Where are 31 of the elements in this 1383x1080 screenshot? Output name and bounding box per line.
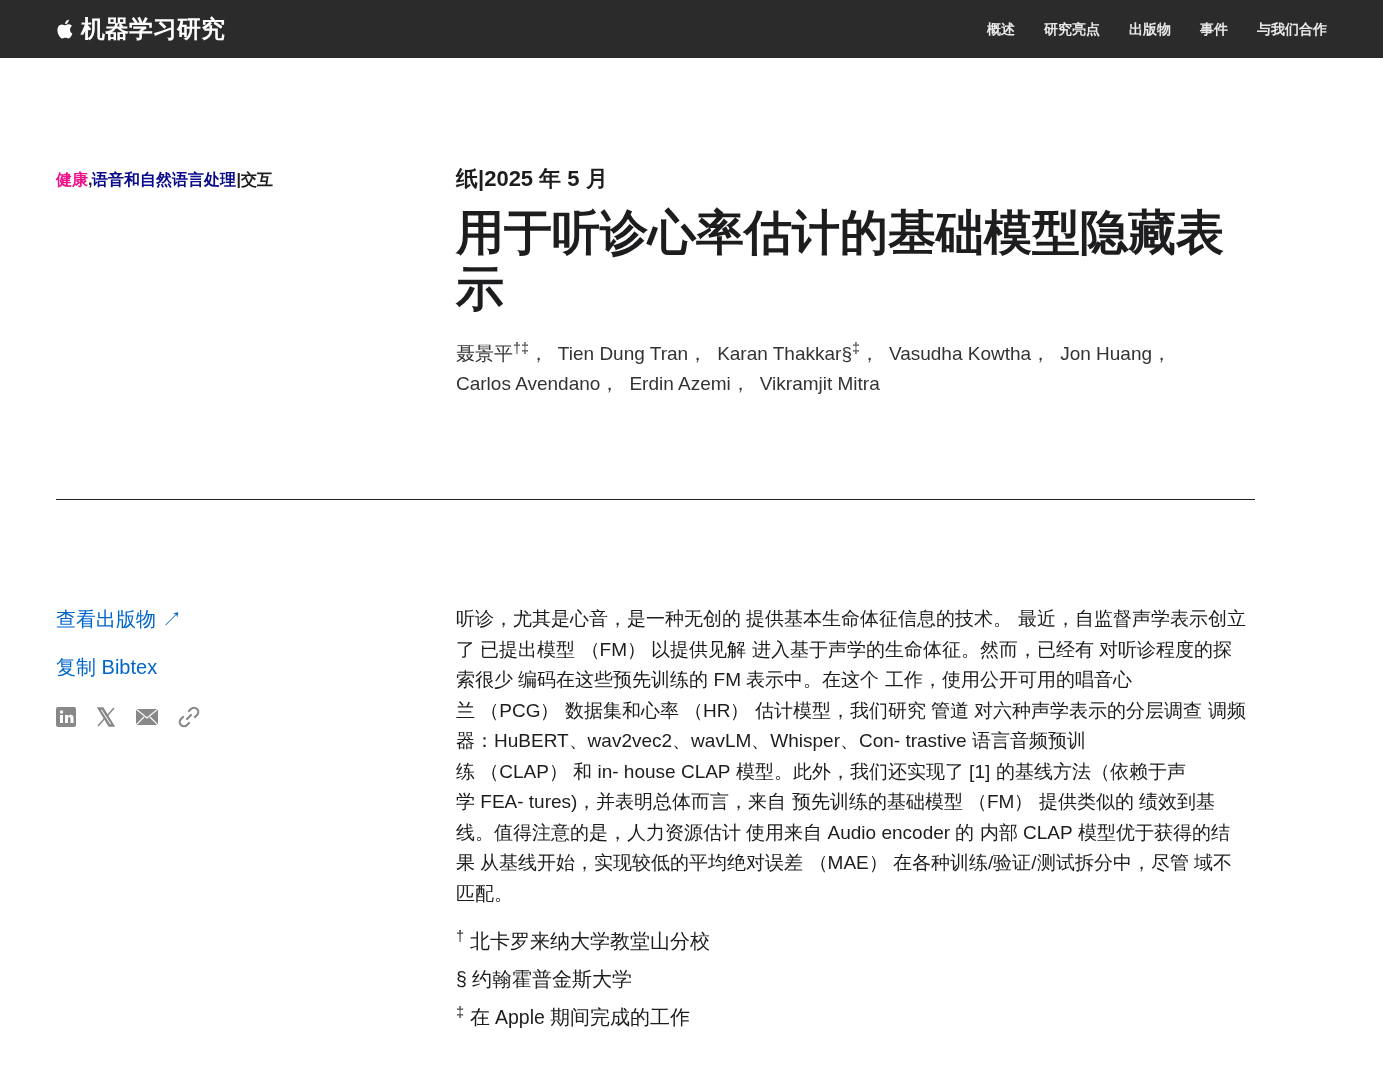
affiliation-note: $^{‡}$ 在 Apple 期间完成的工作 [456, 1003, 692, 1030]
author-name: Vasudha Kowtha， [888, 342, 1051, 366]
topic-tag[interactable]: , [88, 171, 93, 188]
topic-tag[interactable]: |交互 [236, 171, 273, 188]
nav-link[interactable]: 出版物 [1129, 18, 1171, 40]
site-title-link[interactable]: 机器学习研究 [81, 11, 225, 47]
topic-tag[interactable]: 语音和自然语言处理 [92, 171, 237, 188]
author-name: Tien Dung Tran， [557, 342, 708, 366]
author-name: Carlos Avendano， [456, 372, 620, 396]
publication-date: 纸|2025 年 5 月 [456, 165, 609, 193]
author-name: Jon Huang， [1060, 342, 1172, 366]
topic-tag[interactable]: 健康 [56, 171, 88, 188]
view-publication-link[interactable]: 查看出版物 ↗ [56, 604, 456, 634]
author-name: 聂景平$^{†‡}$， [456, 339, 548, 366]
x-logo-icon[interactable] [96, 707, 116, 727]
apple-logo-icon[interactable] [56, 19, 73, 39]
nav-link[interactable]: 研究亮点 [1044, 18, 1100, 40]
paper-title: 用于听诊心率估计的基础模型隐藏表示 [456, 205, 1225, 317]
nav-link[interactable]: 与我们合作 [1257, 18, 1327, 40]
copy-bibtex-link[interactable]: 复制 Bibtex [56, 652, 456, 682]
abstract-paragraph: 听诊，尤其是心音，是一种无创的 提供基本生命体征信息的技术。 最近，自监督声学表示创立了 已提出模型 （FM） 以提供见解 进入基于声学的生命体征。然而，已经有 对听诊程度的探索很少 编码在这些预先训练的 FM 表示中。在这个 工作，使用公开可用的唱音心兰 （PCG） 数据集和心率 （HR） 估计模型，我们研究 管道 对六种声学表示的分层调查 调频器：HuBERT、wav2vec2、wavLM、Whisper、Con- trastive 语言音频预训练 （CLAP） 和 in- house CLAP 模型。此外，我们还实现了 [1] 的基线方法（依赖于声学 FEA- tures)，并表明总体而言，来自 预先训练的基础模型 （FM） 提供类似的 绩效到基线。值得注意的是，人力资源估计 使用来自 Audio encoder 的 内部 CLAP 模型优于获得的结果 从基线开始，实现较低的平均绝对误差 （MAE） 在各种训练/验证/测试拆分中，尽管 域不匹配。 [456, 607, 1247, 906]
author-name: Erdin Azemi， [629, 372, 750, 396]
nav-link[interactable]: 概述 [987, 18, 1015, 40]
author-name: Karan Thakkar§$^{‡}$， [717, 339, 879, 366]
linkedin-icon[interactable] [56, 707, 76, 727]
nav-link[interactable]: 事件 [1200, 18, 1228, 40]
author-name: Vikramjit Mitra [759, 372, 880, 396]
affiliation-note: $^{†}$ 北卡罗来纳大学教堂山分校 [456, 927, 711, 954]
mail-icon[interactable] [136, 709, 158, 725]
link-icon[interactable] [178, 706, 200, 728]
affiliation-note: § 约翰霍普金斯大学 [456, 967, 634, 992]
